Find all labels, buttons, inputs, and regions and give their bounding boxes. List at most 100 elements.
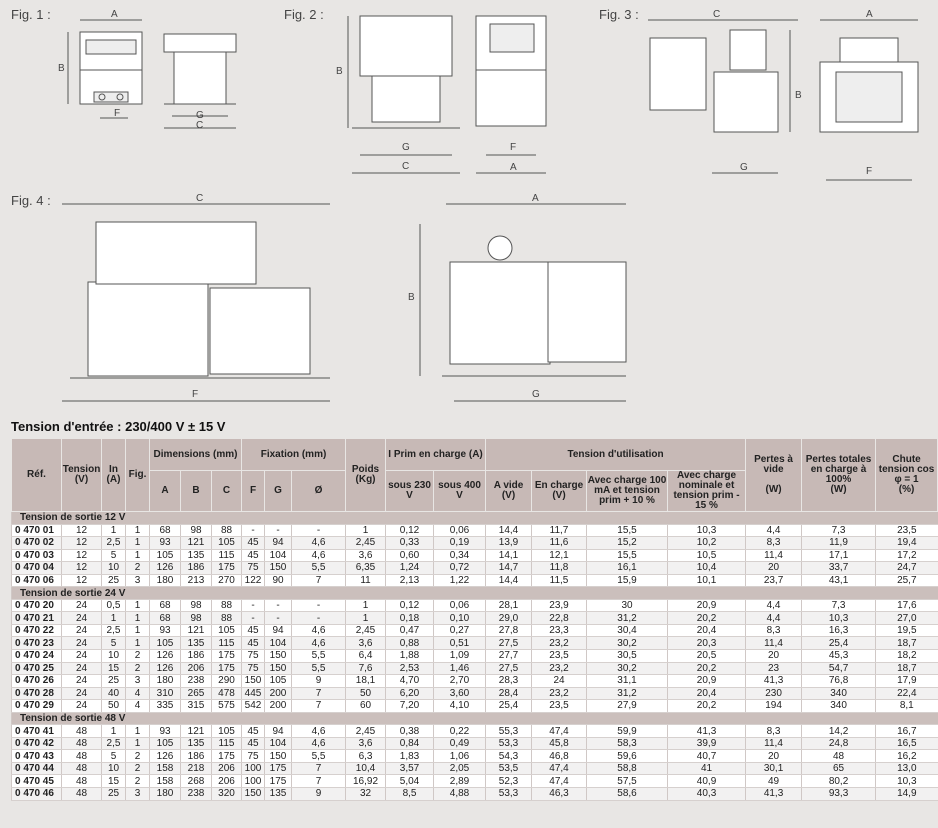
ref-cell: 0 470 22 [11, 624, 62, 638]
table-cell: 40,9 [667, 774, 746, 789]
table-cell: 290 [210, 674, 242, 688]
table-cell: 4 [125, 699, 150, 713]
table-cell: 41,3 [667, 724, 746, 738]
ref-cell: 0 470 23 [11, 636, 62, 650]
table-cell: 1 [101, 724, 126, 738]
table-row: 0 470 42 48 2,5 1 105 135 115 45 104 4,6 3,6 0,84 0,… [11, 737, 938, 751]
table-cell: 20,2 [667, 662, 746, 676]
table-cell: 2,13 [385, 574, 434, 588]
table-cell: 6,3 [345, 749, 386, 763]
table-cell: 93 [149, 624, 181, 638]
table-cell: 340 [801, 699, 876, 713]
table-cell: 40 [101, 687, 126, 701]
table-cell: 445 [241, 687, 265, 701]
table-cell: 10,3 [801, 611, 876, 625]
table-cell: 8,3 [745, 536, 802, 550]
table-cell: 94 [264, 624, 292, 638]
table-cell: 17,9 [875, 674, 938, 688]
dim-letter-g: G [532, 389, 540, 400]
table-cell: 40,3 [667, 787, 746, 801]
table-cell: 31,2 [586, 611, 668, 625]
table-cell: 12 [61, 574, 102, 588]
table-cell: 1 [101, 611, 126, 625]
table-cell: 0,10 [433, 611, 486, 625]
table-cell: 5,5 [291, 749, 346, 763]
table-cell: 24 [61, 624, 102, 638]
table-cell: 104 [264, 737, 292, 751]
table-cell: 23,5 [531, 699, 587, 713]
table-cell: 206 [210, 774, 242, 789]
table-cell: 7 [291, 774, 346, 789]
col-tension: Tension (V) [61, 438, 102, 512]
table-cell: 24 [61, 674, 102, 688]
table-row: 0 470 26 24 25 3 180 238 290 150 105 9 18,1 4,70 2,7… [11, 674, 938, 688]
fig4-label: Fig. 4 : [11, 193, 51, 208]
table-cell: 11,8 [531, 561, 587, 575]
table-cell: 19,4 [875, 536, 938, 550]
table-row: 0 470 41 48 1 1 93 121 105 45 94 4,6 2,45 0,38 0,22 5… [11, 724, 938, 738]
table-cell: 24 [61, 599, 102, 613]
table-cell: 12 [61, 536, 102, 550]
table-cell: 24,8 [801, 737, 876, 751]
table-cell: 20,4 [667, 687, 746, 701]
ref-cell: 0 470 46 [11, 787, 62, 801]
col-fix-f: F [241, 470, 266, 512]
ref-cell: 0 470 25 [11, 662, 62, 676]
table-cell: - [241, 599, 265, 613]
table-cell: 5,5 [291, 662, 346, 676]
table-cell: 2 [125, 561, 150, 575]
col-pertes-totales: Pertes totales en charge à 100% (W) [801, 438, 877, 512]
fig1-front-view [67, 19, 143, 119]
table-cell: 75 [241, 561, 265, 575]
table-cell: 12 [61, 524, 102, 538]
table-cell: 100 [241, 774, 265, 789]
table-cell: 2,05 [433, 762, 486, 776]
col-dim-b: B [180, 470, 212, 512]
table-cell: 5,04 [385, 774, 434, 789]
ref-cell: 0 470 42 [11, 737, 62, 751]
table-cell: 10,3 [667, 524, 746, 538]
table-cell: 340 [801, 687, 876, 701]
table-cell: 30,5 [586, 649, 668, 663]
table-cell: 2 [125, 774, 150, 789]
table-cell: 75 [241, 749, 265, 763]
table-cell: 48 [61, 737, 102, 751]
table-cell: 0,19 [433, 536, 486, 550]
table-cell: 23,2 [531, 662, 587, 676]
table-cell: 20,3 [667, 636, 746, 650]
table-cell: 7 [291, 574, 346, 588]
table-cell: 105 [149, 549, 181, 563]
table-cell: 16,5 [875, 737, 938, 751]
table-cell: 88 [210, 599, 242, 613]
table-cell: 19,5 [875, 624, 938, 638]
table-cell: 0,22 [433, 724, 486, 738]
table-cell: 5,5 [291, 649, 346, 663]
table-cell: 75 [241, 649, 265, 663]
table-row: 0 470 06 12 25 3 180 213 270 122 90 7 11 2,13 1,22 14… [11, 574, 938, 588]
table-cell: 68 [149, 599, 181, 613]
table-cell: 8,5 [385, 787, 434, 801]
table-cell: 27,5 [485, 662, 532, 676]
table-cell: 52,3 [485, 774, 532, 789]
table-cell: 4,6 [291, 737, 346, 751]
table-cell: 3,6 [345, 549, 386, 563]
table-cell: 8,3 [745, 624, 802, 638]
table-cell: 54,3 [485, 749, 532, 763]
table-cell: 25,4 [801, 636, 876, 650]
table-cell: 180 [149, 674, 181, 688]
table-cell: 2,45 [345, 624, 386, 638]
table-cell: 10 [101, 561, 126, 575]
table-cell: 6,20 [385, 687, 434, 701]
table-cell: 16,3 [801, 624, 876, 638]
table-cell: 270 [210, 574, 242, 588]
table-cell: 7,20 [385, 699, 434, 713]
table-cell: 150 [241, 787, 265, 801]
table-cell: 54,7 [801, 662, 876, 676]
table-cell: 10,4 [345, 762, 386, 776]
table-cell: 45 [241, 536, 265, 550]
table-cell: 28,4 [485, 687, 532, 701]
table-cell: 30 [586, 599, 668, 613]
table-cell: 175 [264, 762, 292, 776]
col-fix-g: G [264, 470, 293, 512]
table-cell: 45 [241, 549, 265, 563]
